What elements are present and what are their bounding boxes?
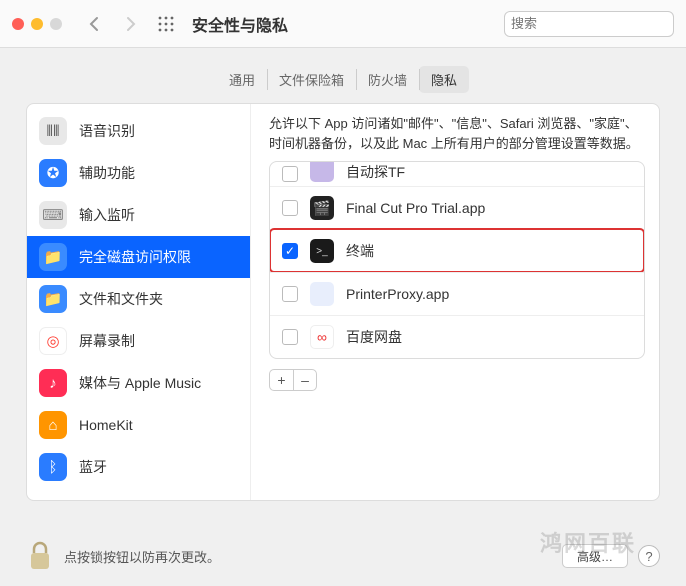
sidebar-item-speech[interactable]: ⦀⦀ 语音识别 bbox=[27, 110, 250, 152]
window-title: 安全性与隐私 bbox=[192, 12, 288, 36]
app-row[interactable]: PrinterProxy.app bbox=[270, 272, 644, 315]
sidebar-item-media[interactable]: ♪ 媒体与 Apple Music bbox=[27, 362, 250, 404]
music-icon: ♪ bbox=[39, 369, 67, 397]
app-checkbox[interactable] bbox=[282, 329, 298, 345]
folder-icon: 📁 bbox=[39, 243, 67, 271]
main-panel: ⦀⦀ 语音识别 ✪ 辅助功能 ⌨ 输入监听 📁 完全磁盘访问权限 📁 文件和文件夹 ◎ 屏幕… bbox=[26, 103, 660, 501]
add-button[interactable]: + bbox=[269, 369, 293, 391]
sidebar-item-label: 文件和文件夹 bbox=[79, 289, 163, 309]
sidebar-item-label: 屏幕录制 bbox=[79, 331, 135, 351]
add-remove-controls: + – bbox=[269, 369, 645, 391]
privacy-sidebar[interactable]: ⦀⦀ 语音识别 ✪ 辅助功能 ⌨ 输入监听 📁 完全磁盘访问权限 📁 文件和文件夹 ◎ 屏幕… bbox=[27, 104, 251, 500]
sidebar-item-input-monitoring[interactable]: ⌨ 输入监听 bbox=[27, 194, 250, 236]
app-label: 终端 bbox=[346, 241, 374, 261]
baidu-icon: ∞ bbox=[310, 325, 334, 349]
sidebar-item-full-disk-access[interactable]: 📁 完全磁盘访问权限 bbox=[27, 236, 250, 278]
sidebar-item-homekit[interactable]: ⌂ HomeKit bbox=[27, 404, 250, 446]
sidebar-item-files-folders[interactable]: 📁 文件和文件夹 bbox=[27, 278, 250, 320]
window-controls bbox=[12, 18, 62, 30]
home-icon: ⌂ bbox=[39, 411, 67, 439]
app-list[interactable]: 自动探TF 🎬 Final Cut Pro Trial.app ✓ >_ 终端 … bbox=[269, 161, 645, 359]
remove-button[interactable]: – bbox=[293, 369, 317, 391]
toolbar: 安全性与隐私 bbox=[0, 0, 686, 48]
tab-privacy[interactable]: 隐私 bbox=[419, 66, 469, 93]
keyboard-icon: ⌨ bbox=[39, 201, 67, 229]
bluetooth-icon: ᛒ bbox=[39, 453, 67, 481]
forward-button[interactable] bbox=[116, 12, 144, 36]
app-checkbox[interactable]: ✓ bbox=[282, 243, 298, 259]
app-label: 自动探TF bbox=[346, 162, 405, 182]
content-pane: 允许以下 App 访问诸如"邮件"、"信息"、Safari 浏览器、"家庭"、时… bbox=[251, 104, 659, 500]
terminal-icon: >_ bbox=[310, 239, 334, 263]
app-label: PrinterProxy.app bbox=[346, 286, 449, 302]
advanced-button[interactable]: 高级… bbox=[562, 544, 628, 568]
accessibility-icon: ✪ bbox=[39, 159, 67, 187]
sidebar-item-label: 蓝牙 bbox=[79, 457, 107, 477]
tab-bar: 通用 文件保险箱 防火墙 隐私 bbox=[0, 66, 686, 93]
tab-firewall[interactable]: 防火墙 bbox=[356, 66, 419, 93]
finalcut-icon: 🎬 bbox=[310, 196, 334, 220]
app-row[interactable]: ∞ 百度网盘 bbox=[270, 315, 644, 358]
minimize-window[interactable] bbox=[31, 18, 43, 30]
maximize-window[interactable] bbox=[50, 18, 62, 30]
help-button[interactable]: ? bbox=[638, 545, 660, 567]
app-row-terminal[interactable]: ✓ >_ 终端 bbox=[270, 229, 644, 272]
sidebar-item-accessibility[interactable]: ✪ 辅助功能 bbox=[27, 152, 250, 194]
sidebar-item-label: 辅助功能 bbox=[79, 163, 135, 183]
lock-text: 点按锁按钮以防再次更改。 bbox=[64, 547, 220, 566]
printer-icon bbox=[310, 282, 334, 306]
soundwave-icon: ⦀⦀ bbox=[39, 117, 67, 145]
search-input[interactable] bbox=[511, 16, 686, 31]
record-icon: ◎ bbox=[39, 327, 67, 355]
sidebar-item-label: HomeKit bbox=[79, 417, 133, 433]
app-checkbox[interactable] bbox=[282, 286, 298, 302]
app-checkbox[interactable] bbox=[282, 200, 298, 216]
folder-icon: 📁 bbox=[39, 285, 67, 313]
description-text: 允许以下 App 访问诸如"邮件"、"信息"、Safari 浏览器、"家庭"、时… bbox=[269, 114, 645, 153]
app-row[interactable]: 自动探TF bbox=[270, 162, 644, 186]
app-checkbox[interactable] bbox=[282, 166, 298, 182]
close-window[interactable] bbox=[12, 18, 24, 30]
sidebar-item-label: 语音识别 bbox=[79, 121, 135, 141]
tab-filevault[interactable]: 文件保险箱 bbox=[267, 66, 356, 93]
search-field[interactable] bbox=[504, 11, 674, 37]
back-button[interactable] bbox=[80, 12, 108, 36]
app-label: Final Cut Pro Trial.app bbox=[346, 200, 485, 216]
app-icon bbox=[310, 161, 334, 182]
sidebar-item-label: 完全磁盘访问权限 bbox=[79, 247, 191, 267]
sidebar-item-screen-recording[interactable]: ◎ 屏幕录制 bbox=[27, 320, 250, 362]
app-label: 百度网盘 bbox=[346, 327, 402, 347]
sidebar-item-label: 媒体与 Apple Music bbox=[79, 373, 201, 393]
app-row[interactable]: 🎬 Final Cut Pro Trial.app bbox=[270, 186, 644, 229]
lock-icon[interactable] bbox=[26, 539, 54, 573]
sidebar-item-bluetooth[interactable]: ᛒ 蓝牙 bbox=[27, 446, 250, 488]
tab-general[interactable]: 通用 bbox=[217, 66, 267, 93]
sidebar-item-label: 输入监听 bbox=[79, 205, 135, 225]
footer: 点按锁按钮以防再次更改。 高级… ? bbox=[0, 526, 686, 586]
apps-grid-icon[interactable] bbox=[152, 12, 180, 36]
